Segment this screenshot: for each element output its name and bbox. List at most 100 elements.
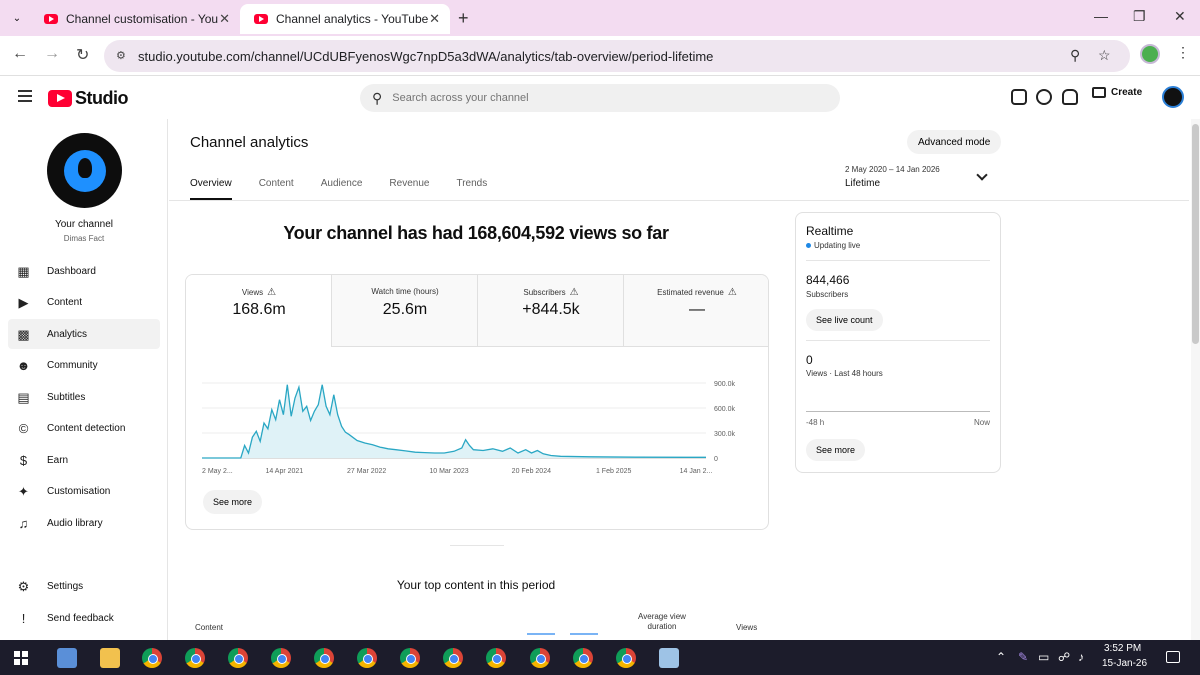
notepad-icon[interactable] [659,648,679,668]
youtube-favicon-icon [254,14,268,24]
chrome-profile-icon[interactable] [357,648,377,668]
account-avatar[interactable] [1162,86,1184,108]
x-tick-label: 20 Feb 2024 [512,468,551,475]
advanced-mode-button[interactable]: Advanced mode [907,130,1002,154]
chrome-profile-icon[interactable] [185,648,205,668]
chevron-up-icon[interactable]: ⌃ [996,650,1006,664]
channel-search[interactable]: ⚲ [360,84,840,112]
sidebar-item-label: Earn [47,454,69,466]
sidebar-item-customisation[interactable]: ✦ Customisation [8,476,160,506]
sidebar-item-settings[interactable]: ⚙ Settings [8,571,160,601]
metric-watch-time[interactable]: Watch time (hours) 25.6m [332,275,478,347]
sidebar-item-label: Customisation [47,485,111,497]
bookmark-star-icon[interactable]: ☆ [1098,47,1111,64]
tab-audience[interactable]: Audience [321,178,363,200]
chrome-icon[interactable] [142,648,162,668]
sidebar-item-content-detection[interactable]: © Content detection [8,413,160,443]
chrome-profile-icon[interactable] [314,648,334,668]
hamburger-menu-icon[interactable] [18,90,32,102]
messages-icon[interactable] [1011,89,1027,105]
scrollbar-thumb[interactable] [1192,124,1199,344]
metric-subscribers[interactable]: Subscribers ⚠ +844.5k [478,275,624,347]
sidebar-item-community[interactable]: ☻ Community [8,350,160,380]
see-live-count-button[interactable]: See live count [806,309,883,331]
address-bar: ← → ↻ ⚙ studio.youtube.com/channel/UCdUB… [0,36,1200,76]
see-more-button[interactable]: See more [203,490,263,514]
volume-icon[interactable]: ♪ [1078,650,1084,664]
logo-text: Studio [75,88,129,108]
period-name[interactable]: Lifetime [845,178,880,189]
metric-estimated-revenue[interactable]: Estimated revenue ⚠ — [624,275,768,347]
chrome-profile-icon[interactable] [573,648,593,668]
sidebar-item-label: Analytics [47,328,88,340]
sidebar-item-dashboard[interactable]: ▦ Dashboard [8,256,160,286]
sidebar-item-audio-library[interactable]: ♫ Audio library [8,508,160,538]
sidebar-item-content[interactable]: ▶ Content [8,287,160,317]
tab-revenue[interactable]: Revenue [389,178,429,200]
tab-overview[interactable]: Overview [190,178,232,200]
restore-icon[interactable]: ❐ [1133,8,1146,25]
period-range[interactable]: 2 May 2020 – 14 Jan 2026 [845,165,940,174]
metric-value: — [689,301,705,318]
browser-tab-analytics[interactable]: Channel analytics - YouTube Studio ✕ [240,4,450,34]
sidebar-item-analytics[interactable]: ▩ Analytics [8,319,160,349]
warning-icon: ⚠ [727,287,737,298]
file-explorer-icon[interactable] [100,648,120,668]
sidebar-item-label: Dashboard [47,265,96,277]
browser-tab-customisation[interactable]: Channel customisation - YouTube Studio ✕ [30,4,240,34]
channel-logo-icon [63,149,106,192]
chrome-profile-icon[interactable] [616,648,636,668]
forward-icon[interactable]: → [44,45,60,63]
close-icon[interactable]: ✕ [429,11,440,27]
tab-title: Channel customisation - YouTube Studio [66,12,218,26]
browser-menu-icon[interactable]: ⋮ [1176,44,1190,61]
tab-search-dropdown[interactable]: ⌄ [6,7,28,29]
studio-logo[interactable]: Studio [48,88,129,109]
notification-center-icon[interactable] [1166,651,1180,663]
close-icon[interactable]: ✕ [219,11,230,27]
url-text[interactable]: studio.youtube.com/channel/UCdUBFyenosWg… [138,49,713,64]
channel-avatar[interactable] [47,133,122,208]
subtitles-icon: ▤ [17,389,30,405]
create-button[interactable]: Create [1092,87,1142,98]
calculator-icon[interactable] [57,648,77,668]
new-tab-icon[interactable]: + [458,8,469,29]
chrome-profile-icon[interactable] [486,648,506,668]
pen-icon[interactable]: ✎ [1018,650,1028,664]
tab-trends[interactable]: Trends [456,178,487,200]
window-close-icon[interactable]: ✕ [1174,8,1186,25]
minimize-icon[interactable]: — [1094,8,1108,24]
windows-start-icon[interactable] [14,651,28,665]
metric-views[interactable]: Views ⚠ 168.6m [186,275,332,347]
chrome-profile-icon[interactable] [271,648,291,668]
site-info-icon[interactable]: ⚙ [116,49,126,62]
column-header-line: duration [647,622,677,631]
network-icon[interactable]: ☍ [1058,650,1070,664]
divider [806,260,990,261]
chevron-down-icon[interactable] [976,169,988,181]
chrome-profile-icon[interactable] [228,648,248,668]
reload-icon[interactable]: ↻ [76,45,89,65]
see-more-button[interactable]: See more [806,439,866,461]
clock-time[interactable]: 3:52 PM [1104,643,1141,654]
x-tick-label: 14 Jan 2... [680,468,713,475]
sidebar-item-send-feedback[interactable]: ! Send feedback [8,603,160,633]
notifications-bell-icon[interactable] [1062,89,1078,105]
sidebar-item-earn[interactable]: $ Earn [8,445,160,475]
search-input[interactable] [392,92,793,104]
omnibox[interactable]: ⚙ studio.youtube.com/channel/UCdUBFyenos… [104,40,1130,72]
clock-date[interactable]: 15-Jan-26 [1102,658,1147,669]
chrome-profile-icon[interactable] [400,648,420,668]
sidebar-item-subtitles[interactable]: ▤ Subtitles [8,382,160,412]
tab-content[interactable]: Content [259,178,294,200]
column-header-views[interactable]: Views [736,623,757,632]
zoom-icon[interactable]: ⚲ [1070,47,1080,64]
help-icon[interactable] [1036,89,1052,105]
back-icon[interactable]: ← [12,45,28,63]
chrome-profile-icon[interactable] [530,648,550,668]
axis-label-end: Now [974,418,991,427]
warning-icon: ⚠ [267,287,277,298]
browser-profile-avatar[interactable] [1140,44,1160,64]
battery-icon[interactable]: ▭ [1038,650,1049,664]
chrome-profile-icon[interactable] [443,648,463,668]
